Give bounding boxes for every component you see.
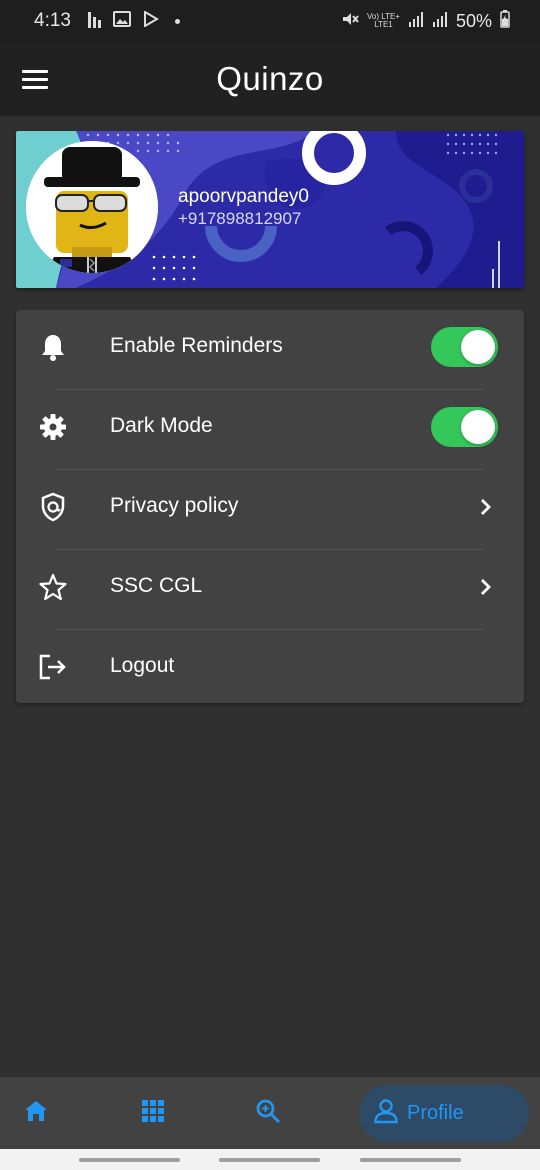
logout-icon: [38, 652, 68, 682]
lego-avatar-icon: [26, 141, 158, 273]
signal-icon: [408, 11, 424, 32]
person-icon: [373, 1098, 399, 1129]
home-icon: [23, 1099, 49, 1128]
setting-ssc-cgl[interactable]: SSC CGL: [16, 550, 524, 630]
reminders-toggle[interactable]: [431, 327, 498, 367]
profile-username: apoorvpandey0: [178, 186, 309, 207]
search-icon: [255, 1098, 281, 1129]
network-bottom-text: LTE1: [374, 20, 393, 29]
signal-2-icon: [432, 11, 448, 32]
setting-enable-reminders[interactable]: Enable Reminders: [16, 310, 524, 390]
nav-apps[interactable]: [129, 1089, 177, 1137]
setting-label: SSC CGL: [110, 574, 203, 597]
battery-percent: 50%: [455, 10, 492, 31]
setting-label: Enable Reminders: [110, 334, 283, 357]
star-icon: [38, 572, 68, 602]
network-type: Vo) LTE+ LTE1: [367, 13, 400, 29]
dark-mode-toggle[interactable]: [431, 407, 498, 447]
setting-label: Logout: [110, 654, 175, 677]
setting-label: Privacy policy: [110, 494, 239, 517]
status-right: Vo) LTE+ LTE1 50%: [341, 9, 510, 33]
setting-dark-mode[interactable]: Dark Mode: [16, 390, 524, 470]
nav-search[interactable]: [244, 1089, 292, 1137]
play-store-icon: [143, 9, 159, 32]
battery-charging-icon: [500, 9, 510, 33]
avatar[interactable]: [26, 141, 158, 273]
activity-bars-icon: [87, 10, 101, 33]
gesture-handle: [219, 1158, 320, 1162]
gesture-bar: [0, 1149, 540, 1170]
bottom-nav: Profile: [0, 1077, 540, 1149]
setting-logout[interactable]: Logout: [16, 630, 524, 710]
toggle-knob: [461, 330, 495, 364]
gear-icon: [38, 412, 68, 442]
notification-dot: [174, 18, 180, 24]
chevron-right-icon: [476, 575, 496, 599]
grid-icon: [141, 1099, 165, 1128]
profile-banner: apoorvpandey0 +917898812907: [16, 131, 524, 288]
gallery-icon: [112, 10, 131, 32]
status-time: 4:13: [34, 10, 71, 31]
setting-label: Dark Mode: [110, 414, 213, 437]
shield-icon: [38, 492, 68, 522]
status-left: 4:13: [34, 9, 180, 33]
setting-privacy-policy[interactable]: Privacy policy: [16, 470, 524, 550]
gesture-handle: [79, 1158, 180, 1162]
settings-card: Enable Reminders Dark Mode Privacy polic…: [16, 310, 524, 703]
nav-profile[interactable]: Profile: [359, 1085, 529, 1142]
toggle-knob: [461, 410, 495, 444]
bell-icon: [38, 332, 68, 362]
mute-icon: [341, 10, 359, 33]
profile-phone: +917898812907: [178, 209, 302, 228]
app-bar: Quinzo: [0, 42, 540, 116]
nav-home[interactable]: [12, 1089, 60, 1137]
status-bar: 4:13 Vo) LTE+ LTE1 50%: [0, 0, 540, 42]
nav-profile-label: Profile: [407, 1102, 464, 1124]
hamburger-menu-icon[interactable]: [22, 64, 52, 94]
app-title: Quinzo: [216, 60, 324, 97]
gesture-handle: [360, 1158, 461, 1162]
chevron-right-icon: [476, 495, 496, 519]
